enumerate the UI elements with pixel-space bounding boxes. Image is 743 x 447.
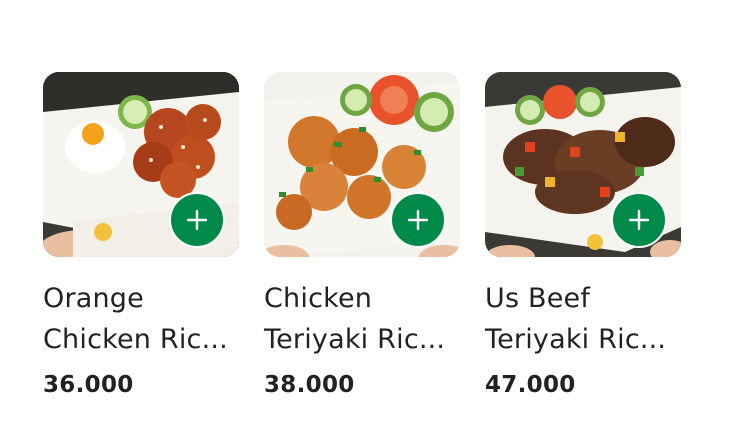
plus-icon — [186, 209, 208, 231]
product-card-chicken-teriyaki-rice[interactable]: Chicken Teriyaki Ric... 38.000 — [264, 72, 460, 412]
product-price: 36.000 — [43, 372, 134, 398]
product-name-line-1: Chicken — [264, 283, 373, 314]
plus-icon — [628, 209, 650, 231]
product-image[interactable] — [485, 72, 681, 257]
product-card-us-beef-teriyaki-rice[interactable]: Us Beef Teriyaki Ric... 47.000 — [485, 72, 681, 412]
product-name-line-2: Teriyaki Ric... — [485, 324, 667, 355]
product-name: Chicken Teriyaki Ric... — [264, 278, 469, 360]
product-name: Us Beef Teriyaki Ric... — [485, 278, 690, 360]
product-name-line-2: Chicken Ric... — [43, 324, 228, 355]
product-name-line-2: Teriyaki Ric... — [264, 324, 446, 355]
product-grid: Orange Chicken Ric... 36.000 Chicken Ter… — [43, 72, 693, 412]
add-to-cart-button[interactable] — [390, 192, 446, 248]
product-image[interactable] — [43, 72, 239, 257]
product-name-line-1: Us Beef — [485, 283, 591, 314]
add-to-cart-button[interactable] — [611, 192, 667, 248]
product-price: 38.000 — [264, 372, 355, 398]
product-image[interactable] — [264, 72, 460, 257]
product-name: Orange Chicken Ric... — [43, 278, 248, 360]
add-to-cart-button[interactable] — [169, 192, 225, 248]
plus-icon — [407, 209, 429, 231]
product-price: 47.000 — [485, 372, 576, 398]
product-card-orange-chicken-rice[interactable]: Orange Chicken Ric... 36.000 — [43, 72, 239, 412]
product-name-line-1: Orange — [43, 283, 144, 314]
